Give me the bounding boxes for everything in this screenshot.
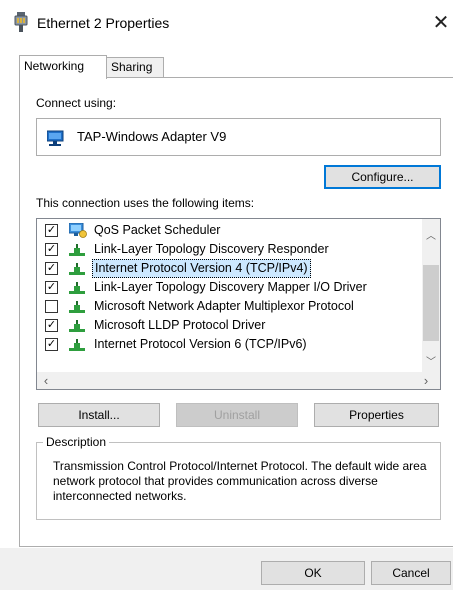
connect-using-label: Connect using: [36, 96, 117, 110]
item-label: Internet Protocol Version 4 (TCP/IPv4) [92, 259, 311, 278]
list-item[interactable]: ✓ Link-Layer Topology Discovery Responde… [37, 240, 422, 259]
network-protocol-icon [69, 263, 85, 275]
item-label: QoS Packet Scheduler [94, 223, 221, 237]
network-card-icon [47, 130, 64, 146]
item-label: Link-Layer Topology Discovery Mapper I/O… [94, 280, 367, 294]
scroll-up-icon[interactable]: ︿ [422, 227, 440, 242]
configure-button[interactable]: Configure... [324, 165, 441, 189]
item-checkbox[interactable]: ✓ [45, 319, 58, 332]
qos-scheduler-icon [69, 223, 87, 238]
vertical-scroll-thumb[interactable] [423, 265, 439, 341]
list-item[interactable]: ✓ Internet Protocol Version 4 (TCP/IPv4) [37, 259, 422, 278]
list-item[interactable]: ✓ QoS Packet Scheduler [37, 221, 422, 240]
scroll-right-icon[interactable]: › [417, 373, 435, 388]
item-label: Microsoft Network Adapter Multiplexor Pr… [94, 299, 354, 313]
item-label: Internet Protocol Version 6 (TCP/IPv6) [94, 337, 307, 351]
item-checkbox[interactable]: ✓ [45, 281, 58, 294]
connection-items-list[interactable]: ✓ QoS Packet Scheduler ✓ Link-Layer Topo… [36, 218, 441, 390]
list-item[interactable]: ✓ Microsoft LLDP Protocol Driver [37, 316, 422, 335]
list-item[interactable]: Microsoft Network Adapter Multiplexor Pr… [37, 297, 422, 316]
network-protocol-icon [69, 244, 85, 256]
list-item[interactable]: ✓ Link-Layer Topology Discovery Mapper I… [37, 278, 422, 297]
item-checkbox[interactable]: ✓ [45, 338, 58, 351]
install-button[interactable]: Install... [38, 403, 160, 427]
vertical-scrollbar[interactable]: ︿ ﹀ [422, 219, 440, 372]
adapter-name: TAP-Windows Adapter V9 [77, 129, 227, 144]
description-legend: Description [43, 435, 110, 449]
item-checkbox[interactable]: ✓ [45, 262, 58, 275]
description-group: Description Transmission Control Protoco… [36, 435, 441, 520]
item-label: Microsoft LLDP Protocol Driver [94, 318, 266, 332]
item-checkbox[interactable]: ✓ [45, 224, 58, 237]
scroll-down-icon[interactable]: ﹀ [422, 353, 440, 368]
network-protocol-icon [69, 320, 85, 332]
description-text: Transmission Control Protocol/Internet P… [53, 459, 427, 503]
uninstall-button[interactable]: Uninstall [176, 403, 298, 427]
network-protocol-icon [69, 282, 85, 294]
item-checkbox[interactable] [45, 300, 58, 313]
list-item[interactable]: ✓ Internet Protocol Version 6 (TCP/IPv6) [37, 335, 422, 354]
adapter-field: TAP-Windows Adapter V9 [36, 118, 441, 156]
item-checkbox[interactable]: ✓ [45, 243, 58, 256]
item-label: Link-Layer Topology Discovery Responder [94, 242, 329, 256]
network-protocol-icon [69, 301, 85, 313]
scroll-left-icon[interactable]: ‹ [37, 373, 55, 388]
properties-button[interactable]: Properties [314, 403, 439, 427]
network-protocol-icon [69, 339, 85, 351]
items-label: This connection uses the following items… [36, 196, 255, 210]
horizontal-scrollbar[interactable]: ‹ › [37, 372, 440, 389]
